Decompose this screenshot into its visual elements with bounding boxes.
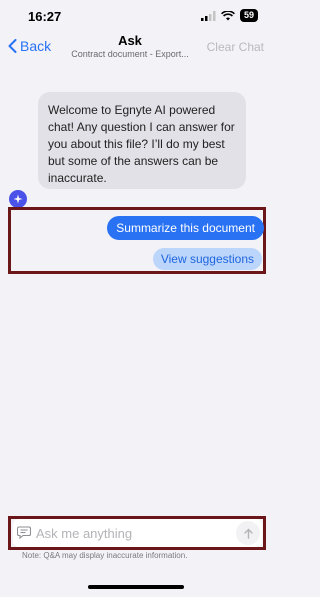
page-subtitle: Contract document - Export...: [71, 49, 189, 59]
status-bar: 16:27 59: [0, 0, 272, 30]
summarize-document-button[interactable]: Summarize this document: [107, 216, 264, 240]
back-label: Back: [20, 38, 52, 54]
disclaimer-text: Note: Q&A may display inaccurate informa…: [22, 551, 188, 560]
sparkle-icon: [13, 194, 23, 204]
signal-icon: [200, 10, 216, 21]
chevron-left-icon: [8, 39, 17, 53]
send-button[interactable]: [236, 521, 260, 545]
chat-bubble-icon: [17, 526, 31, 539]
nav-bar: Back Ask Contract document - Export... C…: [0, 30, 272, 64]
arrow-up-icon: [243, 528, 253, 539]
view-suggestions-button[interactable]: View suggestions: [152, 248, 262, 270]
ai-message-bubble: Welcome to Egnyte AI powered chat! Any q…: [38, 92, 246, 189]
ask-input[interactable]: [36, 521, 226, 545]
status-time: 16:27: [28, 9, 62, 24]
back-button[interactable]: Back: [8, 38, 51, 54]
page-title: Ask: [118, 33, 142, 48]
clear-chat-button[interactable]: Clear Chat: [207, 40, 264, 54]
wifi-icon: [221, 10, 235, 20]
status-icons: 59: [200, 9, 258, 22]
home-indicator: [88, 585, 184, 589]
ai-avatar: [9, 190, 27, 208]
battery-icon: 59: [239, 9, 258, 22]
